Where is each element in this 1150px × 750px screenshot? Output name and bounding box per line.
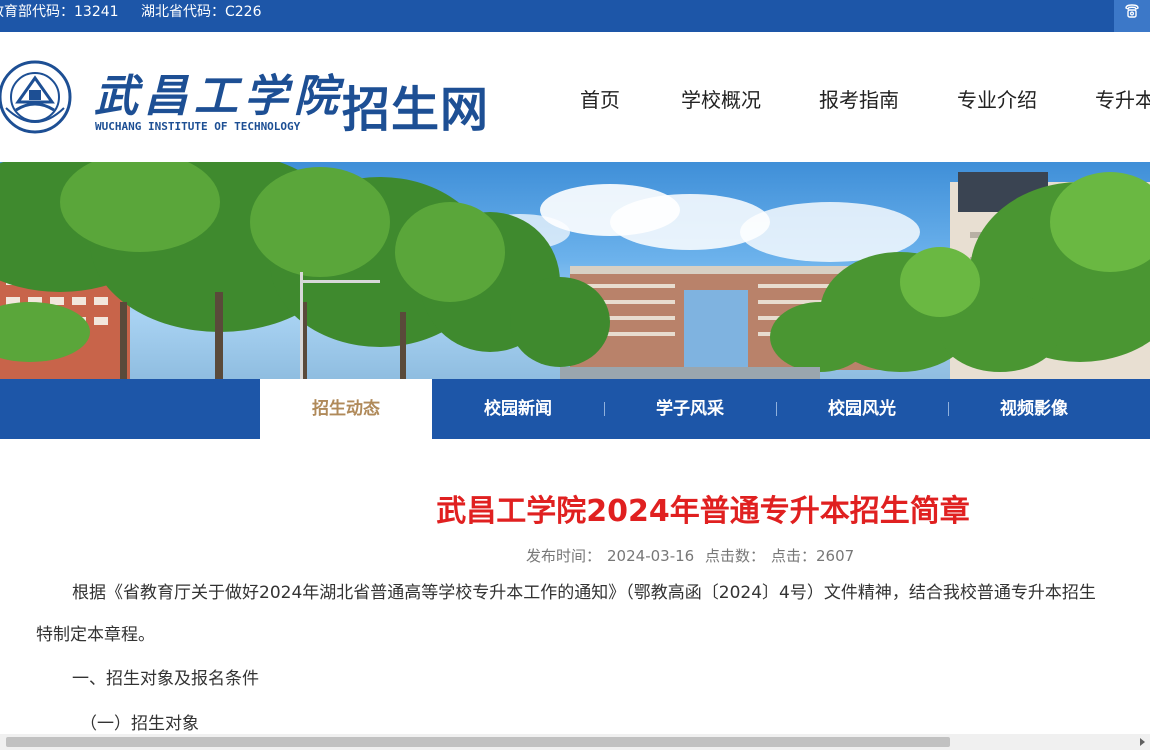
clicks-label: 点击数： xyxy=(704,547,765,565)
campus-photo xyxy=(0,162,1150,379)
tab-admission-news[interactable]: 招生动态 xyxy=(260,379,432,439)
site-header: 武昌工学院 WUCHANG INSTITUTE OF TECHNOLOGY 招生… xyxy=(0,32,1150,162)
subsection-heading: （一）招生对象 xyxy=(80,714,199,734)
tab-video[interactable]: 视频影像 xyxy=(948,379,1120,439)
article-paragraph-line: 特制定本章程。 xyxy=(36,625,155,645)
top-info-bar: 教育部代码：13241 湖北省代码：C226 xyxy=(0,0,1150,32)
school-name-cn[interactable]: 武昌工学院 xyxy=(94,60,344,124)
nav-item-home[interactable]: 首页 xyxy=(580,84,620,113)
site-name: 招生网 xyxy=(342,82,490,138)
ministry-code: 教育部代码：13241 xyxy=(0,4,119,20)
phone-button[interactable] xyxy=(1114,0,1150,32)
province-code: 湖北省代码：C226 xyxy=(141,4,262,20)
publish-date: 2024-03-16 xyxy=(607,547,695,565)
horizontal-scrollbar[interactable] xyxy=(0,734,1150,750)
article-title: 武昌工学院2024年普通专升本招生简章 xyxy=(436,494,970,529)
tab-student-style[interactable]: 学子风采 xyxy=(604,379,776,439)
tab-campus-news[interactable]: 校园新闻 xyxy=(432,379,604,439)
category-nav: 招生动态 校园新闻 学子风采 校园风光 视频影像 xyxy=(0,379,1150,439)
section-heading: 一、招生对象及报名条件 xyxy=(72,669,259,689)
institution-codes: 教育部代码：13241 湖北省代码：C226 xyxy=(0,0,280,32)
nav-item-school-overview[interactable]: 学校概况 xyxy=(681,84,761,113)
nav-item-application-guide[interactable]: 报考指南 xyxy=(819,84,899,113)
campus-banner-image xyxy=(0,162,1150,379)
article-meta: 发布时间： 2024-03-16 点击数： 点击：2607 xyxy=(526,545,860,566)
publish-label: 发布时间： xyxy=(526,547,602,565)
tab-campus-scenery[interactable]: 校园风光 xyxy=(776,379,948,439)
clicks-value: 点击：2607 xyxy=(771,547,855,565)
phone-icon xyxy=(1125,4,1139,18)
school-seal-logo[interactable] xyxy=(0,60,72,134)
article-paragraph-line: 根据《省教育厅关于做好2024年湖北省普通高等学校专升本工作的通知》（鄂教高函〔… xyxy=(72,583,1096,603)
scroll-right-icon[interactable] xyxy=(1136,736,1148,748)
school-name-en: WUCHANG INSTITUTE OF TECHNOLOGY xyxy=(95,120,301,133)
nav-item-upgrade[interactable]: 专升本 xyxy=(1095,84,1150,113)
scrollbar-thumb[interactable] xyxy=(6,737,950,747)
nav-item-majors[interactable]: 专业介绍 xyxy=(957,84,1037,113)
